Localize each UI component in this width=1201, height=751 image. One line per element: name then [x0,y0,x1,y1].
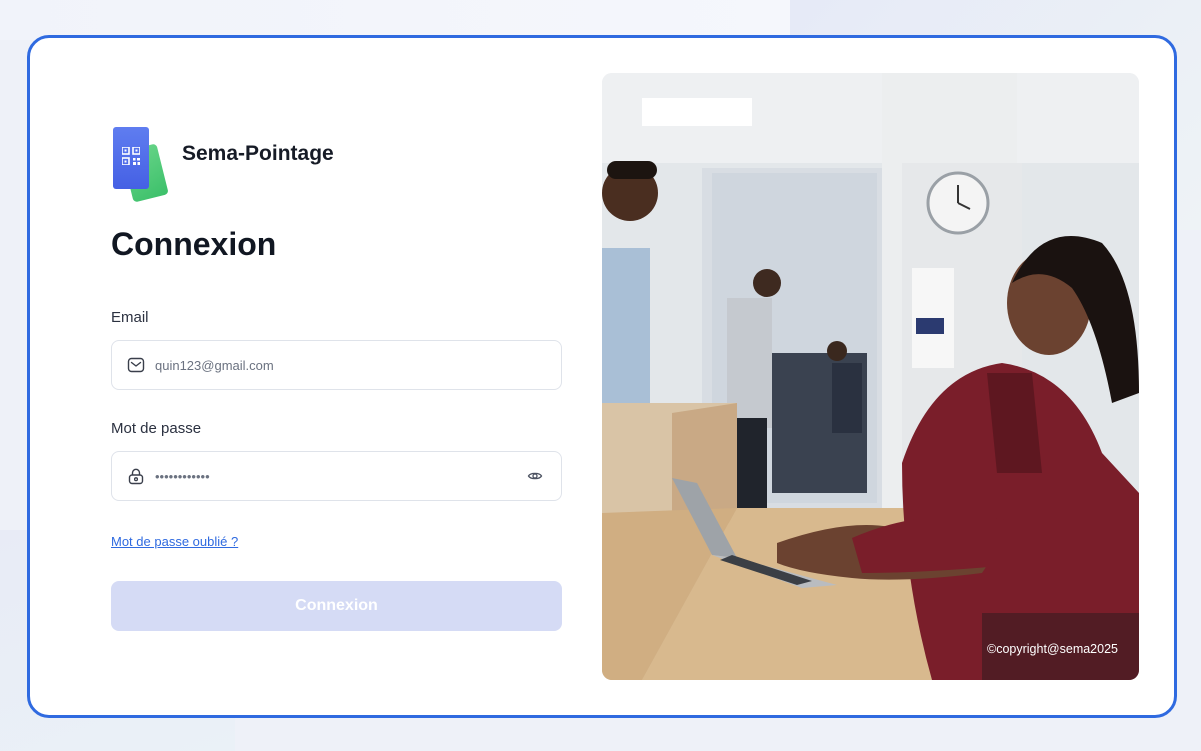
brand-logo [111,125,169,203]
password-label: Mot de passe [111,420,202,437]
background-top [0,0,790,40]
email-field[interactable] [111,340,562,390]
brand-name: Sema-Pointage [182,142,334,165]
copyright-text: ©copyright@sema2025 [987,642,1118,656]
eye-icon[interactable] [525,466,545,486]
forgot-password-link[interactable]: Mot de passe oublié ? [111,534,238,549]
password-input[interactable] [155,452,525,500]
login-button[interactable]: Connexion [111,581,562,631]
page-title: Connexion [111,226,277,262]
password-field[interactable] [111,451,562,501]
office-reception-illustration [602,73,1139,680]
hero-photo: ©copyright@sema2025 [602,73,1139,680]
email-input[interactable] [155,341,561,389]
login-card: Sema-Pointage Connexion Email Mot de pas… [27,35,1177,718]
brand: Sema-Pointage [111,125,334,203]
qr-code-icon [121,145,141,170]
mail-icon [126,355,146,375]
lock-icon [126,466,146,486]
email-label: Email [111,309,149,326]
